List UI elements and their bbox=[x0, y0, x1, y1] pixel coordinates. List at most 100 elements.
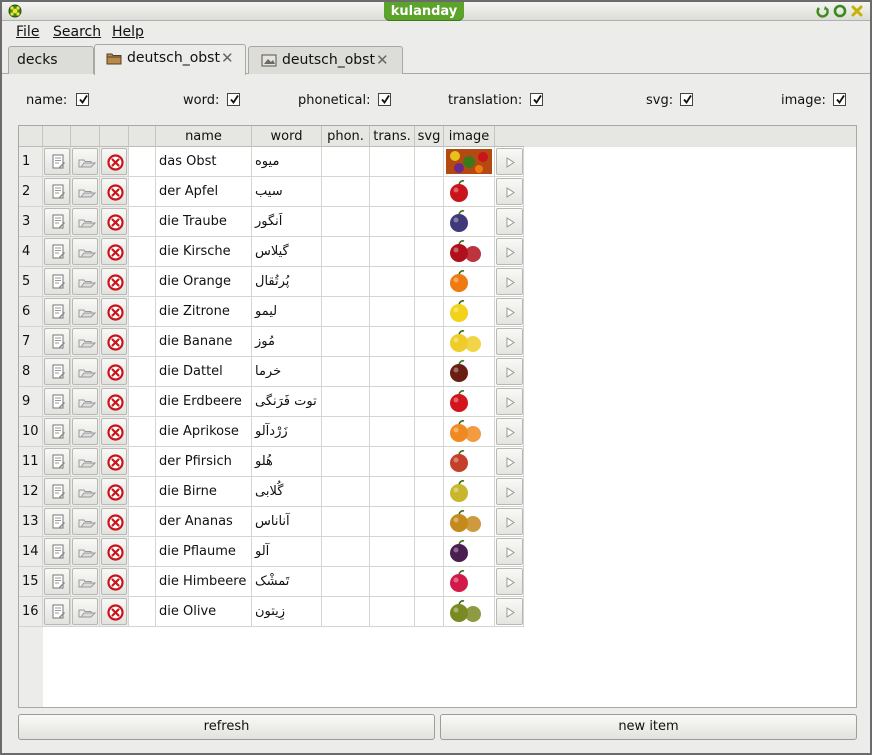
edit-button[interactable] bbox=[44, 268, 70, 295]
minimize-icon[interactable] bbox=[816, 4, 830, 18]
translation-cell[interactable] bbox=[370, 267, 415, 297]
table-row[interactable]: 5 die Orange پُرتُقال bbox=[19, 267, 524, 297]
play-button[interactable] bbox=[496, 178, 523, 205]
phonetical-cell[interactable] bbox=[322, 297, 370, 327]
svg-cell[interactable] bbox=[415, 597, 444, 627]
edit-button[interactable] bbox=[44, 298, 70, 325]
phonetical-cell[interactable] bbox=[322, 357, 370, 387]
translation-cell[interactable] bbox=[370, 237, 415, 267]
word-cell[interactable]: گُلابی bbox=[252, 477, 322, 507]
open-folder-button[interactable] bbox=[72, 388, 98, 415]
image-cell[interactable] bbox=[444, 387, 495, 417]
filter-name-checkbox[interactable] bbox=[76, 93, 89, 106]
filter-translation-checkbox[interactable] bbox=[530, 93, 543, 106]
play-button[interactable] bbox=[496, 328, 523, 355]
name-cell[interactable]: der Ananas bbox=[156, 507, 252, 537]
image-cell[interactable] bbox=[444, 567, 495, 597]
phonetical-cell[interactable] bbox=[322, 477, 370, 507]
svg-cell[interactable] bbox=[415, 387, 444, 417]
word-cell[interactable]: زِیتون bbox=[252, 597, 322, 627]
edit-button[interactable] bbox=[44, 388, 70, 415]
play-button[interactable] bbox=[496, 268, 523, 295]
delete-button[interactable] bbox=[101, 328, 127, 355]
table-row[interactable]: 13 der Ananas آناناس bbox=[19, 507, 524, 537]
translation-cell[interactable] bbox=[370, 567, 415, 597]
phonetical-cell[interactable] bbox=[322, 597, 370, 627]
svg-cell[interactable] bbox=[415, 177, 444, 207]
table-row[interactable]: 12 die Birne گُلابی bbox=[19, 477, 524, 507]
close-icon[interactable] bbox=[850, 4, 864, 18]
svg-cell[interactable] bbox=[415, 147, 444, 177]
name-cell[interactable]: die Olive bbox=[156, 597, 252, 627]
delete-button[interactable] bbox=[101, 388, 127, 415]
header-svg[interactable]: svg bbox=[415, 126, 444, 147]
table-row[interactable]: 6 die Zitrone لیمو bbox=[19, 297, 524, 327]
svg-cell[interactable] bbox=[415, 477, 444, 507]
menu-search[interactable]: Search bbox=[53, 23, 101, 41]
name-cell[interactable]: die Erdbeere bbox=[156, 387, 252, 417]
name-cell[interactable]: die Birne bbox=[156, 477, 252, 507]
filter-word-checkbox[interactable] bbox=[227, 93, 240, 106]
delete-button[interactable] bbox=[101, 268, 127, 295]
refresh-button[interactable]: refresh bbox=[18, 714, 435, 740]
open-folder-button[interactable] bbox=[72, 148, 98, 175]
open-folder-button[interactable] bbox=[72, 478, 98, 505]
image-cell[interactable] bbox=[444, 297, 495, 327]
play-button[interactable] bbox=[496, 208, 523, 235]
phonetical-cell[interactable] bbox=[322, 567, 370, 597]
edit-button[interactable] bbox=[44, 358, 70, 385]
table-row[interactable]: 2 der Apfel سیب bbox=[19, 177, 524, 207]
open-folder-button[interactable] bbox=[72, 568, 98, 595]
image-cell[interactable] bbox=[444, 507, 495, 537]
delete-button[interactable] bbox=[101, 358, 127, 385]
cards-table[interactable]: name word phon. trans. svg image 1 das Ob… bbox=[18, 125, 857, 708]
svg-cell[interactable] bbox=[415, 297, 444, 327]
table-row[interactable]: 8 die Dattel خرما bbox=[19, 357, 524, 387]
svg-cell[interactable] bbox=[415, 207, 444, 237]
title-bar[interactable]: kulanday bbox=[2, 2, 870, 21]
edit-button[interactable] bbox=[44, 208, 70, 235]
translation-cell[interactable] bbox=[370, 417, 415, 447]
open-folder-button[interactable] bbox=[72, 238, 98, 265]
translation-cell[interactable] bbox=[370, 507, 415, 537]
svg-cell[interactable] bbox=[415, 417, 444, 447]
open-folder-button[interactable] bbox=[72, 358, 98, 385]
word-cell[interactable]: آناناس bbox=[252, 507, 322, 537]
image-cell[interactable] bbox=[444, 597, 495, 627]
header-word[interactable]: word bbox=[252, 126, 322, 147]
edit-button[interactable] bbox=[44, 418, 70, 445]
translation-cell[interactable] bbox=[370, 387, 415, 417]
open-folder-button[interactable] bbox=[72, 208, 98, 235]
edit-button[interactable] bbox=[44, 328, 70, 355]
svg-cell[interactable] bbox=[415, 267, 444, 297]
table-row[interactable]: 1 das Obst میوه bbox=[19, 147, 524, 177]
edit-button[interactable] bbox=[44, 178, 70, 205]
phonetical-cell[interactable] bbox=[322, 207, 370, 237]
open-folder-button[interactable] bbox=[72, 598, 98, 625]
table-row[interactable]: 14 die Pflaume آلو bbox=[19, 537, 524, 567]
edit-button[interactable] bbox=[44, 238, 70, 265]
edit-button[interactable] bbox=[44, 568, 70, 595]
word-cell[interactable]: لیمو bbox=[252, 297, 322, 327]
header-image[interactable]: image bbox=[444, 126, 495, 147]
phonetical-cell[interactable] bbox=[322, 237, 370, 267]
name-cell[interactable]: die Traube bbox=[156, 207, 252, 237]
header-trans[interactable]: trans. bbox=[370, 126, 415, 147]
edit-button[interactable] bbox=[44, 478, 70, 505]
new-item-button[interactable]: new item bbox=[440, 714, 857, 740]
delete-button[interactable] bbox=[101, 418, 127, 445]
translation-cell[interactable] bbox=[370, 357, 415, 387]
menu-file[interactable]: File bbox=[16, 23, 39, 41]
phonetical-cell[interactable] bbox=[322, 177, 370, 207]
table-row[interactable]: 10 die Aprikose زَرْدآلو bbox=[19, 417, 524, 447]
delete-button[interactable] bbox=[101, 298, 127, 325]
delete-button[interactable] bbox=[101, 208, 127, 235]
word-cell[interactable]: سیب bbox=[252, 177, 322, 207]
play-button[interactable] bbox=[496, 448, 523, 475]
name-cell[interactable]: die Orange bbox=[156, 267, 252, 297]
filter-image-checkbox[interactable] bbox=[833, 93, 846, 106]
word-cell[interactable]: گیلاس bbox=[252, 237, 322, 267]
word-cell[interactable]: میوه bbox=[252, 147, 322, 177]
table-row[interactable]: 4 die Kirsche گیلاس bbox=[19, 237, 524, 267]
word-cell[interactable]: هُلو bbox=[252, 447, 322, 477]
